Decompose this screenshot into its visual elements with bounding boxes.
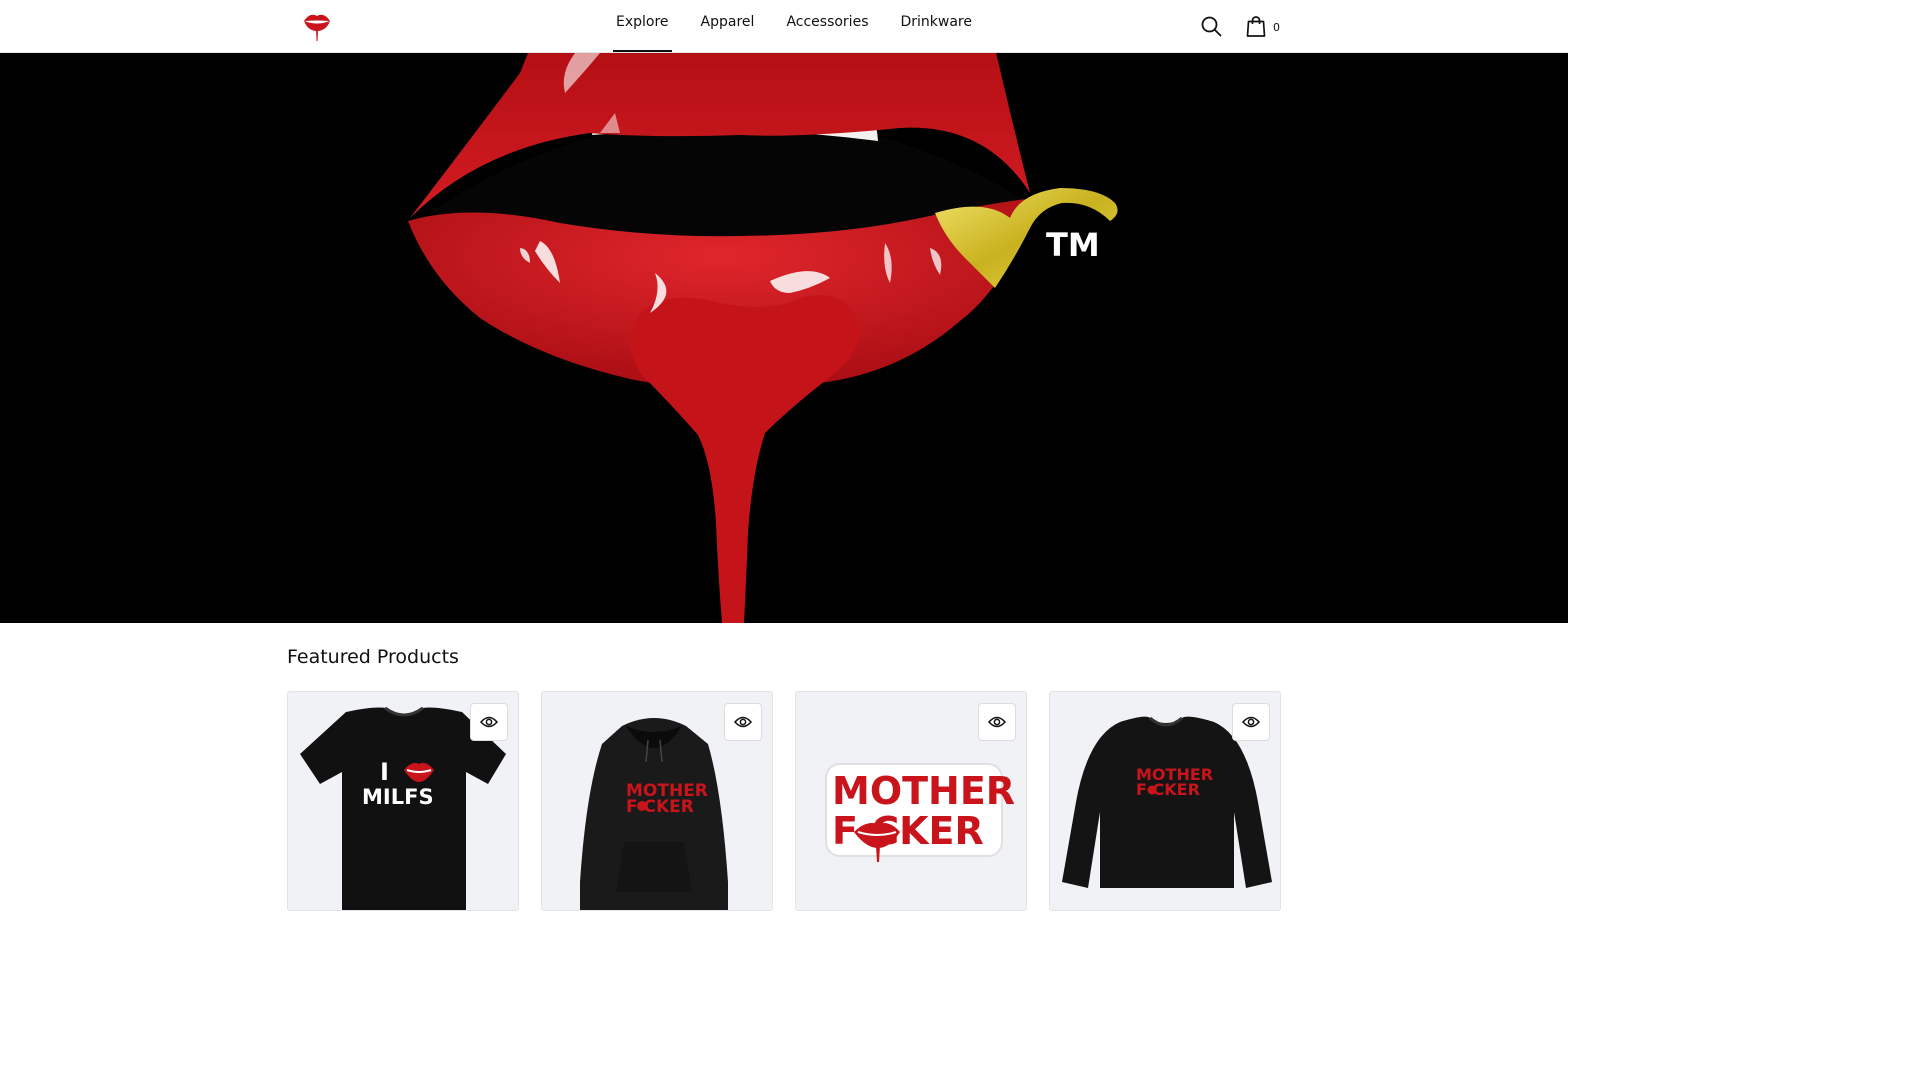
site-header: Explore Apparel Accessories Drinkware 0 bbox=[0, 0, 1568, 53]
svg-text:I: I bbox=[380, 758, 389, 786]
nav-drinkware[interactable]: Drinkware bbox=[897, 0, 975, 52]
shopping-bag-icon bbox=[1246, 16, 1266, 37]
eye-icon bbox=[734, 716, 752, 728]
search-icon[interactable] bbox=[1200, 15, 1222, 37]
main-nav: Explore Apparel Accessories Drinkware bbox=[613, 0, 1001, 52]
cart-button[interactable]: 0 bbox=[1246, 14, 1280, 38]
hero-banner: TM bbox=[0, 53, 1568, 623]
nav-accessories[interactable]: Accessories bbox=[783, 0, 871, 52]
product-card[interactable]: MOTHER F CKER bbox=[541, 691, 773, 911]
product-card[interactable]: MOTHER F CKER bbox=[1049, 691, 1281, 911]
svg-text:F CKER: F CKER bbox=[1136, 780, 1200, 799]
svg-text:F CKER: F CKER bbox=[626, 797, 694, 817]
eye-icon bbox=[480, 716, 498, 728]
svg-text:MOTHER: MOTHER bbox=[832, 769, 1015, 813]
featured-products-heading: Featured Products bbox=[287, 646, 459, 668]
product-grid: I MILFS MOTHER F CKER MOTHER F CKER MOTH… bbox=[287, 691, 1281, 911]
quick-view-button[interactable] bbox=[1232, 703, 1270, 741]
product-card[interactable]: I MILFS bbox=[287, 691, 519, 911]
eye-icon bbox=[988, 716, 1006, 728]
dripping-lips-image: TM bbox=[408, 53, 1118, 623]
quick-view-button[interactable] bbox=[470, 703, 508, 741]
svg-text:F CKER: F CKER bbox=[832, 809, 984, 853]
quick-view-button[interactable] bbox=[978, 703, 1016, 741]
svg-text:MILFS: MILFS bbox=[362, 785, 434, 809]
product-card[interactable]: MOTHER F CKER bbox=[795, 691, 1027, 911]
lips-logo[interactable] bbox=[302, 7, 332, 43]
eye-icon bbox=[1242, 716, 1260, 728]
nav-apparel[interactable]: Apparel bbox=[698, 0, 758, 52]
cart-count: 0 bbox=[1273, 20, 1280, 34]
trademark-text: TM bbox=[1046, 226, 1100, 264]
nav-explore[interactable]: Explore bbox=[613, 0, 672, 52]
quick-view-button[interactable] bbox=[724, 703, 762, 741]
